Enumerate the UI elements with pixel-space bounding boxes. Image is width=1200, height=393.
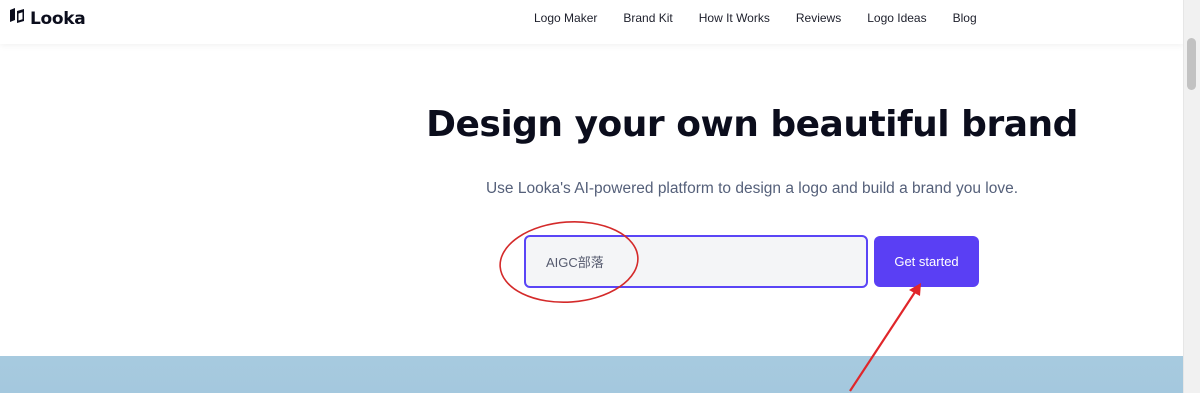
nav-blog[interactable]: Blog [953,11,977,25]
scrollbar-thumb[interactable] [1187,38,1196,90]
brand-logo[interactable]: Looka [8,7,86,30]
site-header: Looka Logo Maker Brand Kit How It Works … [0,0,1184,44]
hero-title: Design your own beautiful brand [426,104,1078,145]
hero-subtitle: Use Looka's AI-powered platform to desig… [485,180,1019,197]
nav-reviews[interactable]: Reviews [796,11,841,25]
main-nav: Logo Maker Brand Kit How It Works Review… [534,11,977,25]
nav-how-it-works[interactable]: How It Works [699,11,770,25]
hero-image-band [0,356,1184,393]
vertical-scrollbar[interactable] [1183,0,1200,393]
get-started-button[interactable]: Get started [874,236,979,287]
nav-logo-maker[interactable]: Logo Maker [534,11,597,25]
company-name-input[interactable] [524,235,868,288]
nav-logo-ideas[interactable]: Logo Ideas [867,11,926,25]
brand-name: Looka [30,8,86,29]
page: Looka Logo Maker Brand Kit How It Works … [0,0,1200,393]
looka-logo-icon [8,7,26,30]
nav-brand-kit[interactable]: Brand Kit [623,11,672,25]
